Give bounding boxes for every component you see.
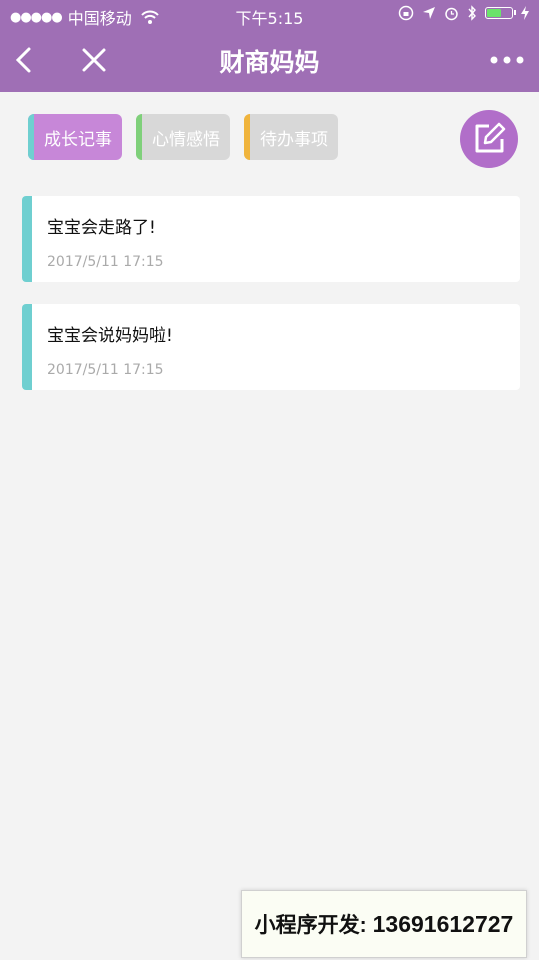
battery-icon — [485, 7, 516, 19]
entry-date: 2017/5/11 17:15 — [47, 254, 164, 270]
location-icon — [423, 7, 435, 19]
charging-icon — [521, 6, 529, 20]
list-item[interactable]: 宝宝会说妈妈啦! 2017/5/11 17:15 — [22, 304, 520, 390]
promo-number: 13691612727 — [372, 910, 514, 937]
promo-label: 小程序开发: — [254, 914, 367, 937]
bluetooth-icon — [468, 5, 476, 21]
page-title: 财商妈妈 — [219, 48, 320, 77]
more-button[interactable] — [489, 50, 525, 70]
list-item[interactable]: 宝宝会走路了! 2017/5/11 17:15 — [22, 196, 520, 282]
entry-title: 宝宝会说妈妈啦! — [47, 326, 173, 346]
category-tabs: 成长记事 心情感悟 待办事项 — [28, 114, 338, 160]
status-bar: ●●●●● 中国移动 下午5:15 — [0, 0, 539, 30]
tab-accent — [28, 114, 34, 160]
more-icon — [490, 56, 524, 64]
top-bar: ●●●●● 中国移动 下午5:15 财商妈妈 — [0, 0, 539, 92]
tab-label: 心情感悟 — [152, 129, 220, 150]
tab-accent — [244, 114, 250, 160]
entry-title: 宝宝会走路了! — [47, 218, 156, 238]
tab-growth[interactable]: 成长记事 — [28, 114, 122, 160]
tab-label: 成长记事 — [44, 129, 112, 150]
alarm-icon — [445, 7, 458, 20]
tab-todo[interactable]: 待办事项 — [244, 114, 338, 160]
tab-mood[interactable]: 心情感悟 — [136, 114, 230, 160]
tab-label: 待办事项 — [260, 129, 328, 150]
entry-accent — [22, 196, 32, 282]
edit-icon — [475, 122, 506, 153]
status-right — [398, 5, 529, 21]
entry-accent — [22, 304, 32, 390]
compose-button[interactable] — [460, 110, 518, 168]
entry-date: 2017/5/11 17:15 — [47, 362, 164, 378]
promo-banner: 小程序开发: 13691612727 — [241, 890, 527, 958]
tab-accent — [136, 114, 142, 160]
rotation-lock-icon — [398, 5, 414, 21]
